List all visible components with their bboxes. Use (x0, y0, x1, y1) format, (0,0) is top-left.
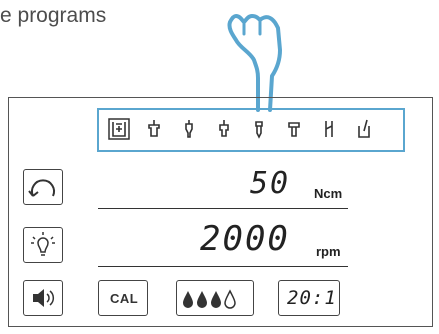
program-1-icon[interactable] (108, 118, 130, 140)
speed-underline (98, 266, 348, 267)
speed-unit: rpm (316, 244, 341, 259)
program-6-icon[interactable] (283, 118, 305, 140)
program-4-icon[interactable] (213, 118, 235, 140)
program-5-icon[interactable] (248, 118, 270, 140)
program-8-icon[interactable] (353, 118, 375, 140)
torque-value: 50 (250, 166, 291, 201)
torque-unit: Ncm (314, 186, 343, 201)
program-3-icon[interactable] (178, 118, 200, 140)
torque-underline (98, 208, 348, 209)
program-7-icon[interactable] (318, 118, 340, 140)
gear-ratio-value: 20:1 (287, 287, 337, 309)
coolant-button[interactable] (176, 280, 254, 316)
coolant-drops-icon (183, 289, 236, 309)
calibrate-button[interactable]: CAL (98, 280, 148, 316)
gear-ratio-button[interactable]: 20:1 (278, 280, 340, 316)
rotation-direction-button[interactable] (23, 169, 63, 205)
caption: e programs (0, 4, 107, 27)
light-bulb-icon (31, 232, 55, 256)
rotation-direction-icon (28, 179, 55, 197)
speaker-icon (33, 289, 55, 307)
program-2-icon[interactable] (143, 118, 165, 140)
pointing-hand-icon (227, 14, 282, 112)
speed-value: 2000 (200, 219, 290, 259)
light-button[interactable] (23, 227, 63, 263)
calibrate-label: CAL (110, 291, 139, 306)
sound-button[interactable] (23, 280, 63, 316)
